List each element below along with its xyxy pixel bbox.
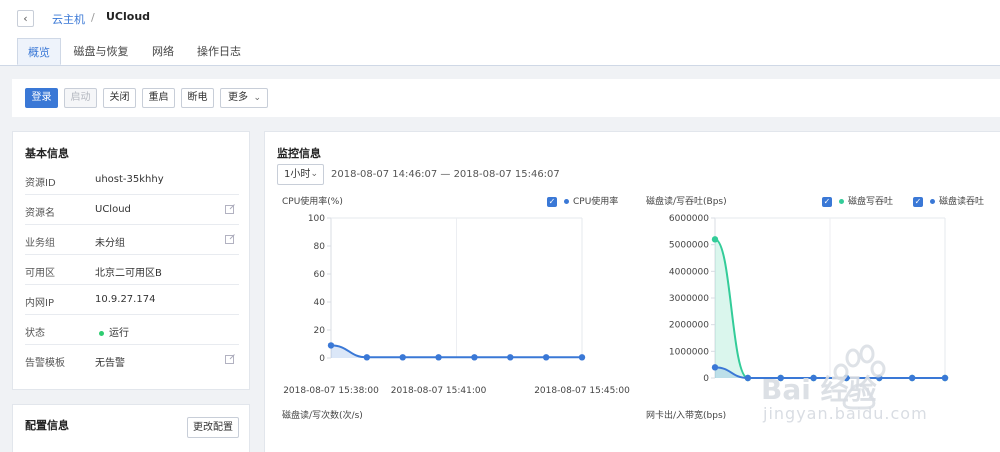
info-value: UCloud (95, 204, 131, 215)
time-range-text: 2018-08-07 14:46:07 — 2018-08-07 15:46:0… (331, 169, 560, 180)
info-row-private-ip: 内网IP 10.9.27.174 (25, 285, 239, 315)
config-info-title: 配置信息 (25, 419, 69, 432)
start-button[interactable]: 启动 (64, 88, 97, 108)
data-point (542, 354, 550, 361)
info-label: 告警模板 (25, 358, 65, 369)
legend-dot-icon (564, 199, 569, 204)
y-tick-label: 40 (314, 298, 326, 308)
info-row-alarm-template: 告警模板 无告警 (25, 345, 239, 375)
y-tick-label: 80 (314, 242, 326, 252)
info-label: 资源ID (25, 178, 56, 189)
info-row-resource-name: 资源名 UCloud (25, 195, 239, 225)
edit-icon[interactable] (225, 354, 235, 364)
action-toolbar: 登录 启动 关闭 重启 断电 更多 ⌄ (12, 79, 1000, 117)
info-label: 状态 (25, 328, 45, 339)
data-point (507, 354, 514, 361)
x-tick-label: 2018-08-07 15:38:00 (283, 386, 379, 396)
power-off-button[interactable]: 断电 (181, 88, 214, 108)
info-row-business-group: 业务组 未分组 (25, 225, 239, 255)
watermark-text: Bai 经验 (761, 373, 877, 406)
data-point (471, 354, 478, 361)
data-point (399, 354, 406, 361)
y-tick-label: 100 (308, 214, 325, 224)
chevron-down-icon: ⌄ (253, 93, 261, 103)
more-label: 更多 (228, 92, 248, 103)
nic-bandwidth-chart-title: 网卡出/入带宽(bps) (646, 411, 727, 421)
status-dot-icon (99, 330, 104, 336)
info-label: 内网IP (25, 298, 54, 309)
breadcrumb-parent-link[interactable]: 云主机 (52, 11, 85, 27)
tab-network[interactable]: 网络 (142, 38, 184, 65)
y-tick-label: 1000000 (669, 347, 709, 357)
basic-info-title: 基本信息 (25, 147, 69, 160)
info-label: 可用区 (25, 268, 55, 279)
info-value: 10.9.27.174 (95, 294, 156, 305)
y-tick-label: 3000000 (669, 294, 709, 304)
info-row-zone: 可用区 北京二可用区B (25, 255, 239, 285)
shutdown-button[interactable]: 关闭 (103, 88, 136, 108)
chevron-left-icon: ‹ (23, 12, 28, 25)
change-config-button[interactable]: 更改配置 (187, 417, 239, 438)
y-tick-label: 4000000 (669, 267, 709, 277)
info-label: 资源名 (25, 208, 55, 219)
data-point (435, 354, 442, 361)
chevron-down-icon: ⌄ (310, 169, 318, 179)
more-dropdown[interactable]: 更多 ⌄ (220, 88, 268, 108)
y-tick-label: 6000000 (669, 214, 709, 224)
page-header: ‹ 云主机 / UCloud 概览 磁盘与恢复 网络 操作日志 (0, 0, 1000, 66)
info-value: 北京二可用区B (95, 268, 162, 279)
restart-button[interactable]: 重启 (142, 88, 175, 108)
config-info-card: 配置信息 更改配置 (12, 404, 250, 452)
baidu-watermark: Bai 经验 jingyan.baidu.com (757, 344, 1000, 452)
watermark-url: jingyan.baidu.com (763, 404, 928, 423)
basic-info-card: 基本信息 资源ID uhost-35khhy 资源名 UCloud 业务组 未分… (12, 131, 250, 390)
edit-icon[interactable] (225, 234, 235, 244)
data-point (711, 364, 719, 371)
y-tick-label: 0 (319, 354, 325, 364)
status-text: 运行 (109, 328, 129, 339)
info-row-resource-id: 资源ID uhost-35khhy (25, 165, 239, 195)
info-row-status: 状态 运行 (25, 315, 239, 345)
tab-operation-log[interactable]: 操作日志 (190, 38, 248, 65)
x-tick-label: 2018-08-07 15:41:00 (391, 386, 487, 396)
data-point (363, 354, 371, 361)
y-tick-label: 60 (314, 270, 326, 280)
cpu-usage-chart: 0 20 40 60 80 100 2018-08-07 15:38:00 2018-08-0… (283, 214, 630, 396)
info-value: 无告警 (95, 358, 125, 369)
y-tick-label: 2000000 (669, 321, 709, 331)
y-tick-label: 0 (703, 374, 709, 384)
y-tick-label: 20 (314, 326, 326, 336)
info-label: 业务组 (25, 238, 55, 249)
back-button[interactable]: ‹ (17, 10, 34, 27)
info-value: 未分组 (95, 238, 125, 249)
data-point (327, 342, 335, 349)
tab-disk-recovery[interactable]: 磁盘与恢复 (66, 38, 136, 65)
tab-overview[interactable]: 概览 (17, 38, 61, 65)
legend-dot-icon (839, 199, 844, 204)
data-point (578, 354, 586, 361)
time-range-select[interactable]: 1小时 ⌄ (277, 164, 324, 185)
y-tick-label: 5000000 (669, 241, 709, 251)
data-point (711, 236, 719, 243)
breadcrumb-current: UCloud (106, 10, 151, 23)
info-value: uhost-35khhy (95, 174, 164, 185)
data-point (744, 374, 752, 382)
x-tick-label: 2018-08-07 15:45:00 (534, 386, 630, 396)
legend-dot-icon (930, 199, 935, 204)
login-button[interactable]: 登录 (25, 88, 58, 108)
monitor-title: 监控信息 (277, 147, 321, 160)
disk-iops-chart-title: 磁盘读/写次数(次/s) (282, 411, 363, 421)
breadcrumb-separator: / (91, 11, 95, 24)
time-range-value: 1小时 (284, 169, 311, 180)
edit-icon[interactable] (225, 204, 235, 214)
status-badge: 运行 (99, 324, 129, 339)
